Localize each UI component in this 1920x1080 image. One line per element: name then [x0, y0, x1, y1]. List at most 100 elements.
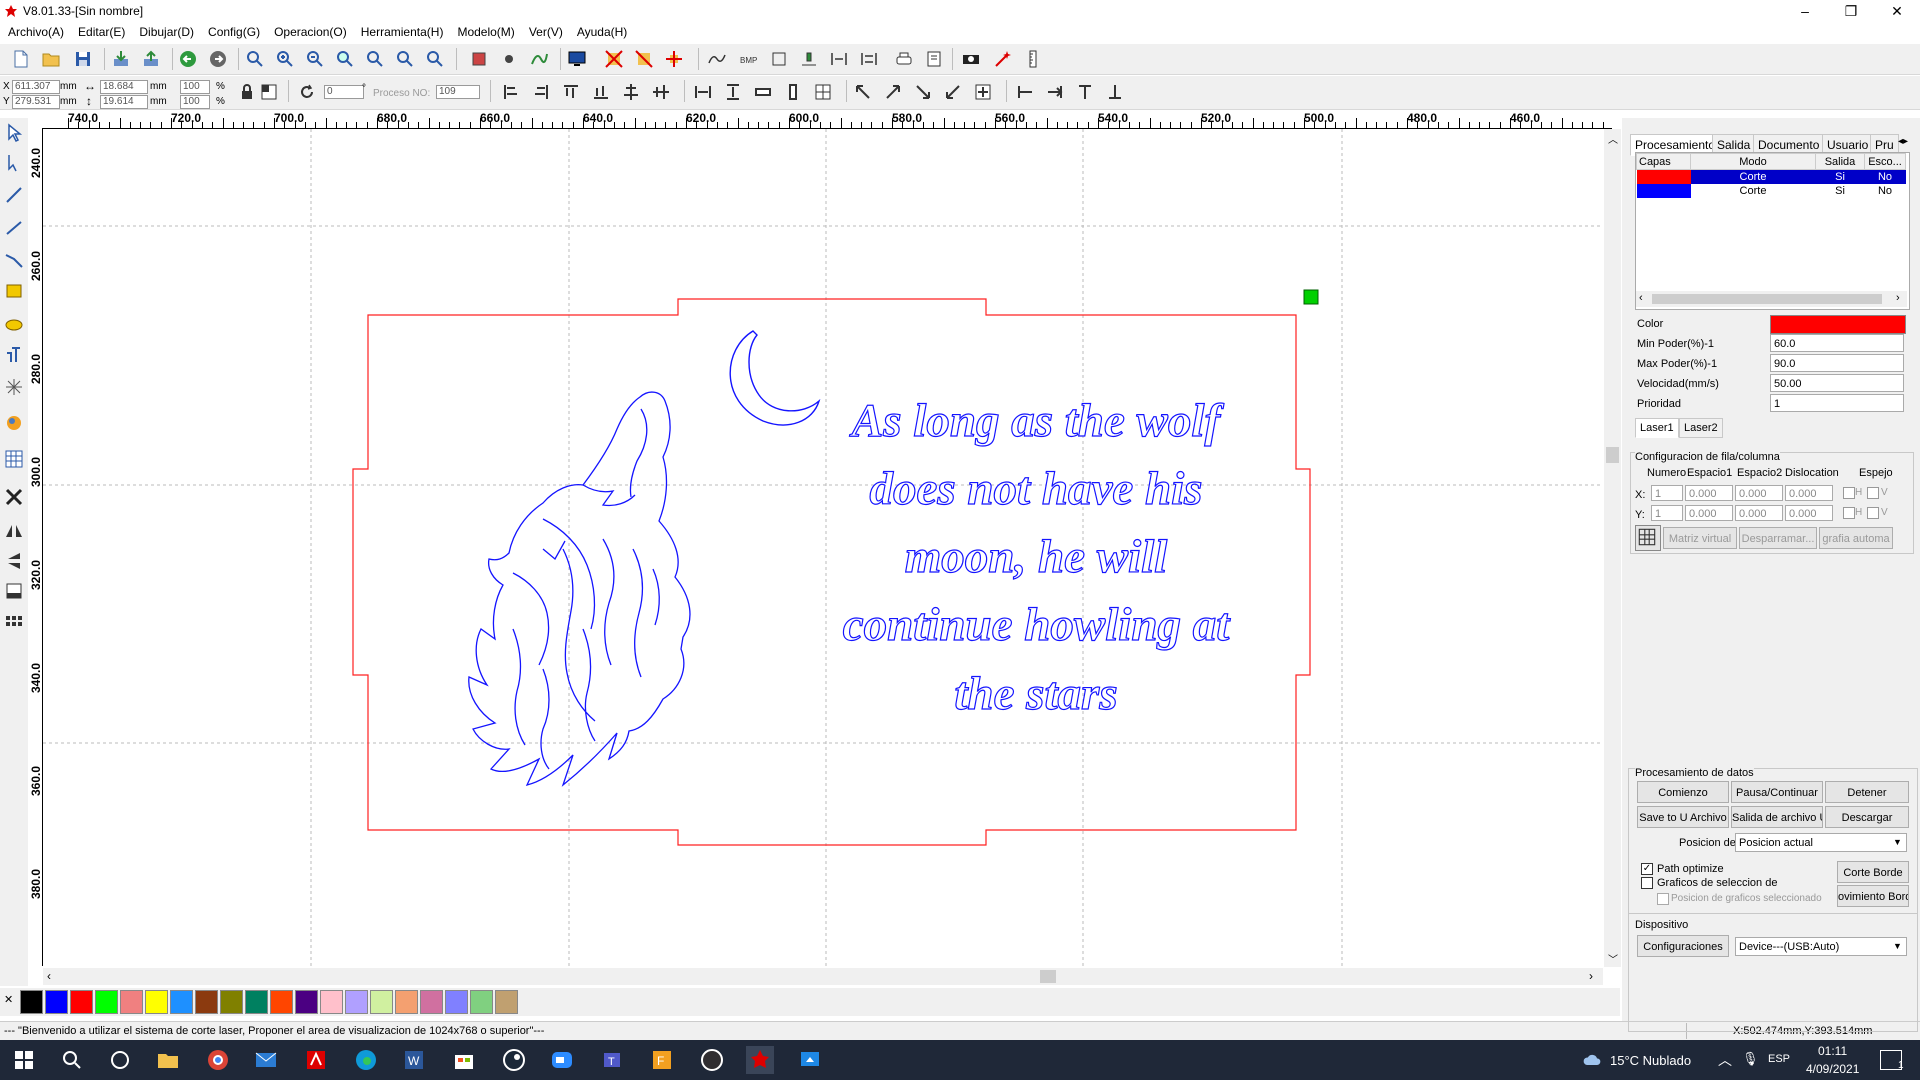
scroll-down-icon[interactable]: ﹀ — [1608, 951, 1618, 966]
col-esco[interactable]: Esco... — [1864, 153, 1906, 170]
store-icon[interactable] — [450, 1046, 478, 1074]
menu-herramienta[interactable]: Herramienta(H) — [354, 22, 451, 42]
bmp-icon[interactable]: BMP — [738, 48, 760, 70]
palette-swatch[interactable] — [195, 990, 218, 1014]
edge-icon[interactable] — [352, 1046, 380, 1074]
height-field[interactable]: 19.614 — [100, 95, 148, 109]
virtual-matrix-button[interactable]: Matriz virtual — [1663, 527, 1737, 549]
palette-swatch[interactable] — [295, 990, 318, 1014]
col-modo[interactable]: Modo — [1690, 153, 1816, 170]
palette-swatch[interactable] — [470, 990, 493, 1014]
palette-swatch[interactable] — [20, 990, 43, 1014]
min-power-input[interactable]: 60.0 — [1770, 334, 1904, 352]
same-size-icon[interactable] — [752, 81, 774, 103]
speed-input[interactable]: 50.00 — [1770, 374, 1904, 392]
zoom-out-icon[interactable] — [304, 48, 326, 70]
align-icon[interactable] — [798, 48, 820, 70]
move-border-button[interactable]: ovimiento Bord — [1837, 885, 1909, 907]
position-select[interactable]: Posicion actual — [1735, 833, 1907, 852]
configurations-button[interactable]: Configuraciones — [1637, 935, 1729, 957]
layer-color-field[interactable] — [1770, 315, 1906, 334]
pause-continue-button[interactable]: Pausa/Continuar — [1731, 781, 1823, 803]
acrobat-icon[interactable] — [302, 1046, 330, 1074]
obs-icon[interactable] — [698, 1046, 726, 1074]
dist-left-icon[interactable] — [1014, 81, 1036, 103]
node-icon[interactable] — [498, 48, 520, 70]
tab-laser2[interactable]: Laser2 — [1679, 418, 1723, 438]
device-dropdown-arrow-icon[interactable]: ▼ — [1893, 941, 1902, 951]
move-tr-icon[interactable] — [882, 81, 904, 103]
save-to-u-button[interactable]: Save to U Archivo — [1637, 806, 1729, 828]
x-coord-field[interactable]: 611.307 — [12, 80, 60, 94]
no-color-icon[interactable]: ✕ — [4, 993, 13, 1006]
auto-layout-button[interactable]: grafia automa — [1819, 527, 1893, 549]
max-power-input[interactable]: 90.0 — [1770, 354, 1904, 372]
menu-dibujar[interactable]: Dibujar(D) — [132, 22, 201, 42]
array-x-disloc[interactable]: 0.000 — [1785, 485, 1833, 501]
dist-right-icon[interactable] — [1044, 81, 1066, 103]
polyline-tool-icon[interactable] — [3, 216, 25, 238]
hscroll-thumb[interactable] — [1040, 970, 1056, 983]
proceso-field[interactable]: 109 — [436, 85, 480, 99]
app-f-icon[interactable]: F — [648, 1046, 676, 1074]
scroll-right-icon[interactable]: › — [1589, 969, 1593, 983]
clock-time[interactable]: 01:11 — [1818, 1044, 1847, 1058]
graphics-selection-checkbox[interactable] — [1641, 877, 1653, 889]
word-icon[interactable]: W — [400, 1046, 428, 1074]
palette-swatch[interactable] — [445, 990, 468, 1014]
priority-input[interactable]: 1 — [1770, 394, 1904, 412]
steam-icon[interactable] — [500, 1046, 528, 1074]
rectangle-tool-icon[interactable] — [3, 280, 25, 302]
palette-swatch[interactable] — [320, 990, 343, 1014]
laser-b-icon[interactable] — [633, 48, 655, 70]
menu-config[interactable]: Config(G) — [201, 22, 267, 42]
rotate-icon[interactable] — [296, 81, 318, 103]
engraving-text-line[interactable]: continue howling at — [842, 598, 1232, 651]
maximize-button[interactable]: ❐ — [1828, 0, 1874, 22]
tray-chevron-icon[interactable]: ︿ — [1718, 1050, 1732, 1070]
array-y-space1[interactable]: 0.000 — [1685, 505, 1733, 521]
wolf-engraving[interactable] — [468, 391, 691, 787]
scale-w-field[interactable]: 100 — [180, 80, 210, 94]
menu-ver[interactable]: Ver(V) — [522, 22, 570, 42]
palette-swatch[interactable] — [495, 990, 518, 1014]
menu-operacion[interactable]: Operacion(O) — [267, 22, 354, 42]
drawing-canvas[interactable]: As long as the wolf does not have his mo… — [43, 129, 1603, 967]
mail-icon[interactable] — [252, 1046, 280, 1074]
move-bl-icon[interactable] — [942, 81, 964, 103]
search-icon[interactable] — [58, 1046, 86, 1074]
download-button[interactable]: Descargar — [1825, 806, 1909, 828]
menu-ayuda[interactable]: Ayuda(H) — [570, 22, 634, 42]
printer-icon[interactable] — [893, 48, 915, 70]
stop-button[interactable]: Detener — [1825, 781, 1909, 803]
move-tl-icon[interactable] — [852, 81, 874, 103]
laser-a-icon[interactable] — [603, 48, 625, 70]
path-optimize-checkbox[interactable]: ✓ — [1641, 863, 1653, 875]
move-center-icon[interactable] — [972, 81, 994, 103]
scroll-right-icon[interactable]: › — [1896, 292, 1900, 304]
center-page-icon[interactable] — [812, 81, 834, 103]
array-copy-icon[interactable] — [3, 612, 25, 634]
select-arrow-icon[interactable] — [3, 122, 25, 144]
path-icon[interactable] — [528, 48, 550, 70]
file-explorer-icon[interactable] — [154, 1046, 182, 1074]
scale-h-field[interactable]: 100 — [180, 95, 210, 109]
zoom-in-icon[interactable] — [274, 48, 296, 70]
chrome-icon[interactable] — [204, 1046, 232, 1074]
array-x-count[interactable]: 1 — [1651, 485, 1683, 501]
align-left-icon[interactable] — [500, 81, 522, 103]
scroll-left-icon[interactable]: ‹ — [1639, 292, 1643, 304]
mirror-x-v-checkbox[interactable] — [1867, 487, 1879, 499]
zoom-app-icon[interactable] — [548, 1046, 576, 1074]
palette-swatch[interactable] — [45, 990, 68, 1014]
palette-swatch[interactable] — [420, 990, 443, 1014]
zoom-fit-icon[interactable] — [334, 48, 356, 70]
palette-swatch[interactable] — [145, 990, 168, 1014]
windows-start-icon[interactable] — [10, 1046, 38, 1074]
layer-row[interactable]: Corte Si No — [1636, 184, 1906, 198]
export-icon[interactable] — [140, 48, 162, 70]
mirror-h-icon[interactable] — [3, 520, 25, 542]
minimize-button[interactable]: – — [1782, 0, 1828, 22]
array-y-count[interactable]: 1 — [1651, 505, 1683, 521]
ruler-icon[interactable] — [1022, 48, 1044, 70]
